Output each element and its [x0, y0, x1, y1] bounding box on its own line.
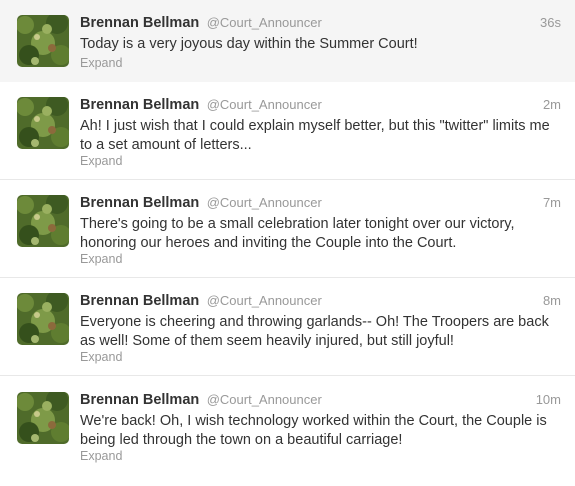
tweet-item[interactable]: Brennan Bellman @Court_Announcer 2m Ah! …	[0, 82, 575, 180]
avatar[interactable]	[17, 15, 69, 67]
avatar[interactable]	[17, 392, 69, 444]
tweet-item[interactable]: Brennan Bellman @Court_Announcer 8m Ever…	[0, 278, 575, 376]
tweet-timestamp[interactable]: 7m	[543, 195, 561, 210]
avatar-image	[17, 15, 69, 67]
tweet-timestamp[interactable]: 36s	[540, 15, 561, 30]
tweet-timestamp[interactable]: 2m	[543, 97, 561, 112]
tweet-username[interactable]: @Court_Announcer	[207, 195, 322, 210]
tweet-header: Brennan Bellman @Court_Announcer 10m	[80, 391, 561, 411]
tweet-fullname[interactable]: Brennan Bellman	[80, 392, 199, 408]
tweet-header: Brennan Bellman @Court_Announcer 2m	[80, 96, 561, 116]
tweet-header: Brennan Bellman @Court_Announcer 8m	[80, 292, 561, 312]
avatar[interactable]	[17, 195, 69, 247]
tweet-header: Brennan Bellman @Court_Announcer 36s	[80, 14, 561, 34]
tweet-text: There's going to be a small celebration …	[80, 216, 515, 251]
tweet-timestamp[interactable]: 10m	[536, 392, 561, 407]
avatar-image	[17, 195, 69, 247]
tweet-text: Ah! I just wish that I could explain mys…	[80, 118, 550, 153]
tweet-fullname[interactable]: Brennan Bellman	[80, 195, 199, 211]
tweet-fullname[interactable]: Brennan Bellman	[80, 97, 199, 113]
avatar[interactable]	[17, 97, 69, 149]
avatar-image	[17, 97, 69, 149]
tweet-item[interactable]: Brennan Bellman @Court_Announcer 7m Ther…	[0, 180, 575, 278]
tweet-fullname[interactable]: Brennan Bellman	[80, 15, 199, 31]
expand-link[interactable]: Expand	[80, 154, 122, 168]
tweet-username[interactable]: @Court_Announcer	[207, 97, 322, 112]
tweet-text: We're back! Oh, I wish technology worked…	[80, 413, 547, 448]
avatar-image	[17, 392, 69, 444]
tweet-username[interactable]: @Court_Announcer	[207, 392, 322, 407]
tweet-timestamp[interactable]: 8m	[543, 293, 561, 308]
expand-link[interactable]: Expand	[80, 56, 122, 70]
avatar[interactable]	[17, 293, 69, 345]
tweet-text: Today is a very joyous day within the Su…	[80, 36, 418, 52]
tweet-item[interactable]: Brennan Bellman @Court_Announcer 10m We'…	[0, 377, 575, 475]
tweet-header: Brennan Bellman @Court_Announcer 7m	[80, 194, 561, 214]
tweet-username[interactable]: @Court_Announcer	[207, 293, 322, 308]
expand-link[interactable]: Expand	[80, 252, 122, 266]
tweet-text: Everyone is cheering and throwing garlan…	[80, 314, 549, 349]
expand-link[interactable]: Expand	[80, 350, 122, 364]
expand-link[interactable]: Expand	[80, 449, 122, 463]
tweet-timeline: Brennan Bellman @Court_Announcer 36s Tod…	[0, 0, 575, 486]
tweet-username[interactable]: @Court_Announcer	[207, 15, 322, 30]
tweet-fullname[interactable]: Brennan Bellman	[80, 293, 199, 309]
avatar-image	[17, 293, 69, 345]
